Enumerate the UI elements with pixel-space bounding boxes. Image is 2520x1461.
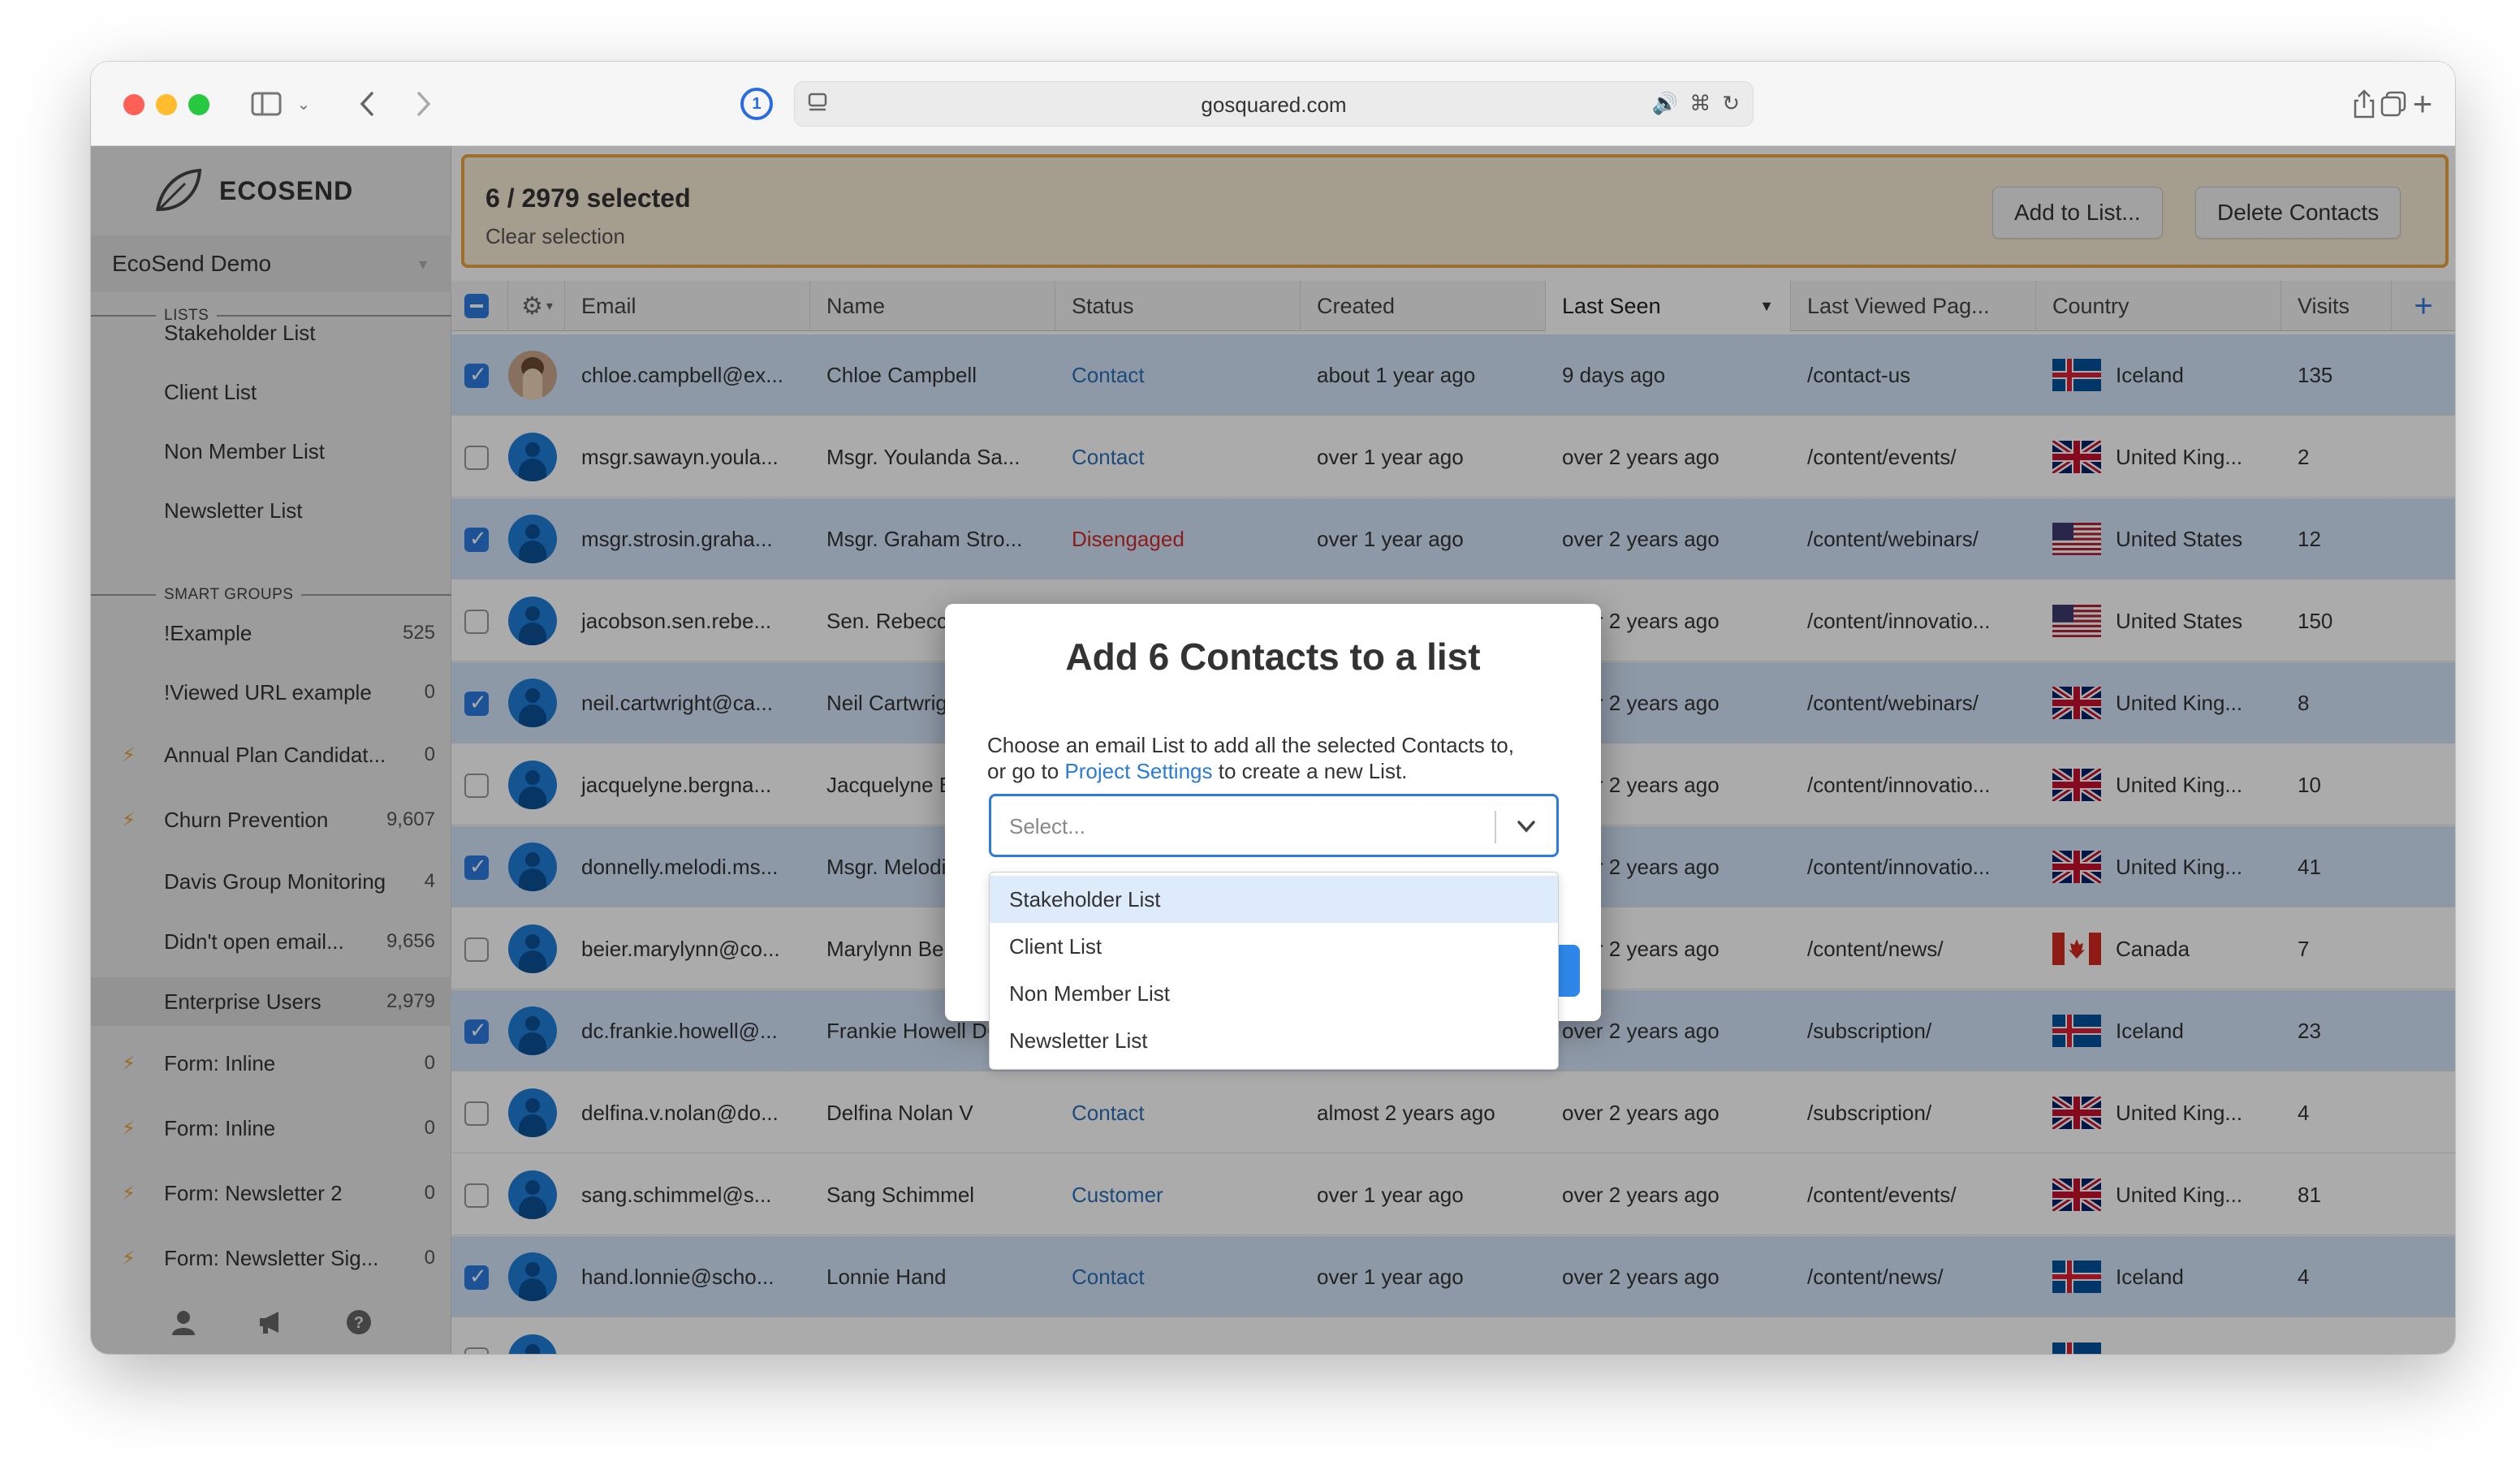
page-content: ECOSEND EcoSend Demo ▾ LISTS Stakeholder… — [91, 146, 2455, 1354]
new-tab-icon[interactable]: + — [2406, 84, 2439, 123]
minimize-window-button[interactable] — [156, 94, 177, 115]
list-option[interactable]: Client List — [990, 923, 1558, 970]
share-icon[interactable] — [2348, 84, 2380, 123]
zoom-window-button[interactable] — [188, 94, 209, 115]
back-icon[interactable] — [351, 84, 383, 123]
list-dropdown-menu: Stakeholder List Client List Non Member Li… — [989, 872, 1559, 1070]
list-option[interactable]: Newsletter List — [990, 1017, 1558, 1064]
reload-icon[interactable]: ↻ — [1722, 91, 1740, 116]
project-settings-link[interactable]: Project Settings — [1064, 759, 1212, 783]
forward-icon[interactable] — [408, 84, 440, 123]
close-window-button[interactable] — [123, 94, 145, 115]
list-select[interactable]: Select... — [989, 794, 1559, 857]
speaker-icon[interactable]: 🔊 — [1652, 91, 1678, 116]
translate-icon[interactable]: ⌘ — [1689, 91, 1711, 116]
list-option[interactable]: Non Member List — [990, 970, 1558, 1017]
url-text: gosquared.com — [1201, 93, 1347, 117]
chevron-down-icon[interactable]: ⌄ — [294, 84, 313, 123]
tab-overview-icon[interactable] — [2377, 84, 2410, 123]
modal-title: Add 6 Contacts to a list — [1065, 636, 1481, 678]
address-bar[interactable]: gosquared.com 🔊 ⌘ ↻ — [794, 81, 1754, 127]
browser-window: ⌄ 1 gosquared.com 🔊 ⌘ ↻ + ECOSEND EcoSen… — [91, 62, 2455, 1354]
list-select-placeholder: Select... — [1009, 814, 1085, 838]
browser-toolbar: ⌄ 1 gosquared.com 🔊 ⌘ ↻ + — [91, 62, 2455, 146]
sidebar-toggle-icon[interactable] — [247, 84, 286, 123]
password-manager-icon[interactable]: 1 — [740, 88, 773, 120]
chevron-down-icon[interactable] — [1514, 814, 1538, 838]
list-option[interactable]: Stakeholder List — [990, 876, 1558, 923]
modal-description: Choose an email List to add all the sele… — [987, 733, 1514, 783]
